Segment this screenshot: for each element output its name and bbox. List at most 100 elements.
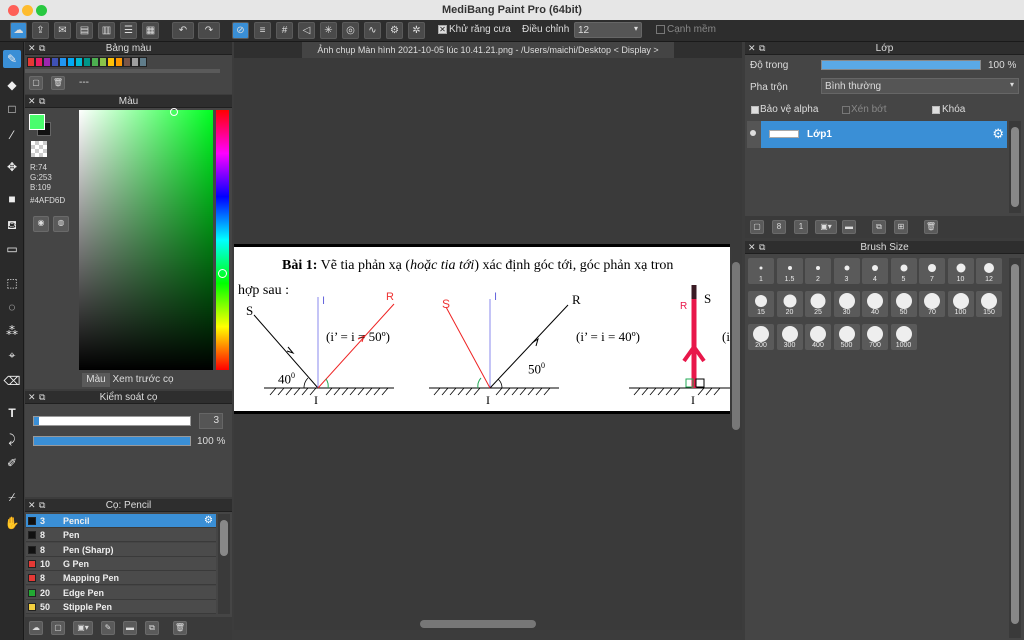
brush-size-preset[interactable]: 5 xyxy=(890,258,917,284)
duplicate-layer-icon[interactable]: ⧉ xyxy=(872,220,886,234)
palette-swatch[interactable] xyxy=(131,57,139,67)
brush-size-preset[interactable]: 4 xyxy=(862,258,888,284)
minimize-window-button[interactable] xyxy=(22,5,33,16)
brush-size-preset[interactable]: 700 xyxy=(862,324,888,350)
document-canvas[interactable]: Bài 1: Vẽ tia phản xạ (hoặc tia tới) xác… xyxy=(234,247,730,411)
palette-swatch[interactable] xyxy=(35,57,43,67)
palette-swatch[interactable] xyxy=(51,57,59,67)
cloud-brush-icon[interactable]: ☁ xyxy=(29,621,43,635)
undock-icon[interactable]: ⧉ xyxy=(39,95,45,108)
undock-icon[interactable]: ⧉ xyxy=(39,391,45,404)
comment-icon[interactable]: ✉ xyxy=(54,22,71,39)
text-tool-icon[interactable]: T xyxy=(3,404,21,422)
brush-size-preset[interactable]: 7 xyxy=(919,258,945,284)
select-pen-icon[interactable]: ⌖ xyxy=(3,346,21,364)
palette-swatch[interactable] xyxy=(115,57,123,67)
dot-tool-icon[interactable]: ⁄ xyxy=(3,126,21,144)
brush-size-preset[interactable]: 200 xyxy=(748,324,774,350)
lasso-icon[interactable]: ◌ xyxy=(3,298,21,316)
grid-icon[interactable]: ▦ xyxy=(142,22,159,39)
palette-swatch[interactable] xyxy=(59,57,67,67)
close-icon[interactable]: ✕ xyxy=(28,42,36,55)
brush-settings-gear-icon[interactable]: ⚙ xyxy=(204,515,213,526)
tab-color[interactable]: Màu xyxy=(82,373,110,387)
smooth-edge-checkbox[interactable] xyxy=(656,25,665,34)
layer-visibility-toggle[interactable] xyxy=(747,121,761,148)
brush-size-preset[interactable]: 10 xyxy=(947,258,974,284)
fill-rect-tool-icon[interactable]: ■ xyxy=(3,190,21,208)
brush-size-preset[interactable]: 150 xyxy=(976,291,1002,317)
palette-swatch[interactable] xyxy=(67,57,75,67)
brush-size-preset[interactable]: 100 xyxy=(947,291,974,317)
add-folder-icon[interactable]: ▬ xyxy=(842,220,856,234)
foreground-color-swatch[interactable] xyxy=(29,114,45,130)
brush-list-item[interactable]: 8 Pen (Sharp) xyxy=(26,542,216,557)
snap-parallel-icon[interactable]: ≡ xyxy=(254,22,271,39)
close-icon[interactable]: ✕ xyxy=(28,391,36,404)
add-palette-icon[interactable]: ▢ xyxy=(29,76,43,90)
share-icon[interactable]: ⇪ xyxy=(32,22,49,39)
canvas-vertical-scrollbar[interactable] xyxy=(730,58,742,630)
layer-opacity-slider[interactable] xyxy=(821,60,981,70)
layer-list-scrollbar[interactable] xyxy=(1009,121,1021,213)
snap-circle-icon[interactable]: ◎ xyxy=(342,22,359,39)
select-eraser-icon[interactable]: ⌫ xyxy=(3,372,21,390)
brush-list-scrollbar[interactable] xyxy=(218,514,230,614)
layer-settings-gear-icon[interactable]: ⚙ xyxy=(992,126,1004,142)
brush-tool-icon[interactable]: ✎ xyxy=(3,50,21,68)
bucket-tool-icon[interactable]: ⛾ xyxy=(3,216,21,234)
antialias-checkbox[interactable]: ✕ xyxy=(438,25,447,34)
operation-tool-icon[interactable]: ⤸ xyxy=(3,430,21,448)
brush-size-preset[interactable]: 70 xyxy=(919,291,945,317)
canvas-horizontal-scrollbar[interactable] xyxy=(234,618,730,630)
layer-row[interactable]: Lớp1 ⚙ xyxy=(761,121,1007,148)
undock-icon[interactable]: ⧉ xyxy=(39,499,45,512)
merge-layer-icon[interactable]: ⊞ xyxy=(894,220,908,234)
palette-swatch[interactable] xyxy=(99,57,107,67)
snap-options-icon[interactable]: ✲ xyxy=(408,22,425,39)
gradient-tool-icon[interactable]: ▭ xyxy=(3,240,21,258)
list-icon[interactable]: ☰ xyxy=(120,22,137,39)
brush-list-item[interactable]: 3 Pencil xyxy=(26,514,216,528)
brush-size-preset[interactable]: 1 xyxy=(748,258,774,284)
zoom-window-button[interactable] xyxy=(36,5,47,16)
brush-size-preset[interactable]: 1000 xyxy=(890,324,917,350)
duplicate-brush-icon[interactable]: ⧉ xyxy=(145,621,159,635)
brush-size-preset[interactable]: 2 xyxy=(805,258,831,284)
eraser-tool-icon[interactable]: ◆ xyxy=(3,76,21,94)
hue-slider-handle[interactable] xyxy=(218,269,227,278)
select-rect-icon[interactable]: ⬚ xyxy=(3,274,21,292)
saturation-value-picker[interactable] xyxy=(79,110,213,370)
blend-mode-select[interactable]: Bình thường ▾ xyxy=(821,78,1019,94)
add-1bit-layer-icon[interactable]: 1 xyxy=(794,220,808,234)
brush-size-preset[interactable]: 12 xyxy=(976,258,1002,284)
brush-list-item[interactable]: 10 G Pen xyxy=(26,556,216,571)
brush-size-preset[interactable]: 500 xyxy=(833,324,860,350)
cloud-icon[interactable]: ☁ xyxy=(10,22,27,39)
snap-curve-icon[interactable]: ∿ xyxy=(364,22,381,39)
close-icon[interactable]: ✕ xyxy=(748,42,756,55)
undock-icon[interactable]: ⧉ xyxy=(39,42,45,55)
close-icon[interactable]: ✕ xyxy=(28,499,36,512)
note-icon[interactable]: ▤ xyxy=(76,22,93,39)
palette-scrollbar[interactable] xyxy=(25,69,220,73)
brush-list-item[interactable]: 8 Mapping Pen xyxy=(26,571,216,586)
redo-icon[interactable]: ↷ xyxy=(198,22,220,39)
palette-swatch[interactable] xyxy=(43,57,51,67)
color-picker-icon[interactable]: ◍ xyxy=(53,216,69,232)
snap-grid-icon[interactable]: # xyxy=(276,22,293,39)
adjust-select[interactable]: 12 ▾ xyxy=(574,22,642,38)
eyedropper-icon[interactable]: ⌿ xyxy=(3,488,21,506)
add-8bit-layer-icon[interactable]: 8 xyxy=(772,220,786,234)
palette-swatch[interactable] xyxy=(27,57,35,67)
delete-palette-icon[interactable]: 🗑 xyxy=(51,76,65,90)
brush-size-preset[interactable]: 25 xyxy=(805,291,831,317)
color-picker-handle[interactable] xyxy=(170,108,178,116)
palette-icon[interactable]: ◉ xyxy=(33,216,49,232)
brush-size-preset[interactable]: 40 xyxy=(862,291,888,317)
brush-list-item[interactable]: 8 Pen xyxy=(26,528,216,543)
brush-opacity-slider[interactable] xyxy=(33,436,191,446)
delete-brush-icon[interactable]: 🗑 xyxy=(173,621,187,635)
palette-swatch[interactable] xyxy=(107,57,115,67)
brush-size-preset[interactable]: 300 xyxy=(776,324,803,350)
